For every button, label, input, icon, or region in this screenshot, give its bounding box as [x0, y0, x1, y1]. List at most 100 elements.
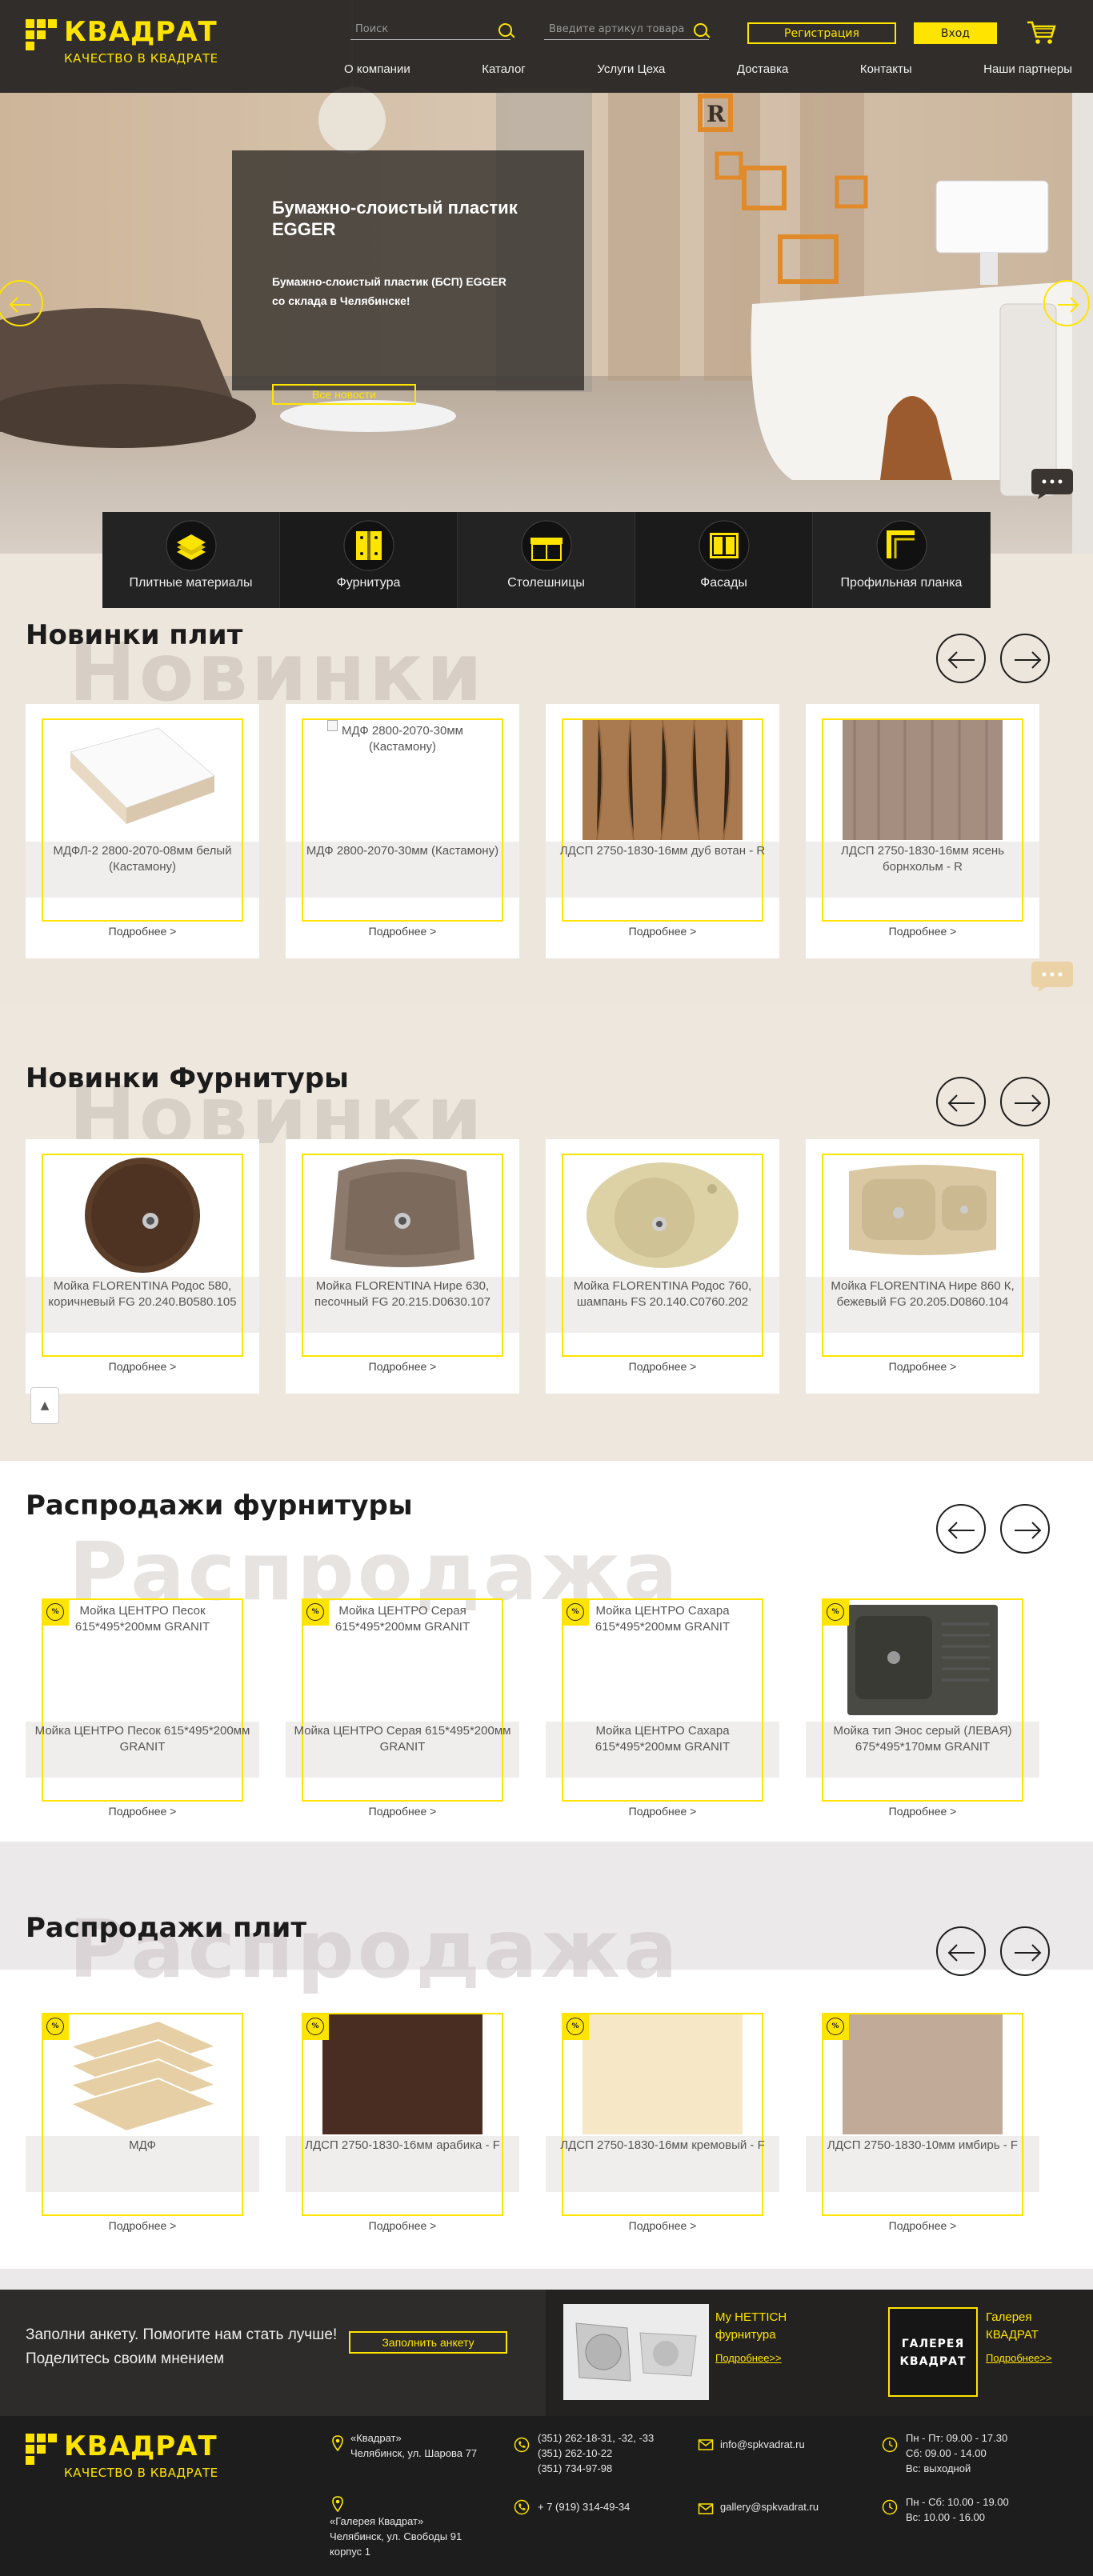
hettich-more-link[interactable]: Подробнее>> — [715, 2352, 782, 2364]
chat-button[interactable] — [1030, 955, 1075, 994]
nav-about[interactable]: О компании — [344, 62, 410, 83]
article-search-input[interactable] — [544, 19, 709, 40]
product-card[interactable]: % МДФ Подробнее > — [26, 1998, 259, 2253]
gallery-logo[interactable]: ГАЛЕРЕЯ КВАДРАТ — [888, 2307, 978, 2397]
hettich-title[interactable]: My HETTICH фурнитура — [715, 2309, 819, 2344]
product-card[interactable]: Мойка FLORENTINA Нире 630, песочный FG 2… — [286, 1139, 519, 1394]
category-countertops[interactable]: Столешницы — [458, 512, 635, 608]
category-profile[interactable]: Профильная планка — [813, 512, 991, 608]
more-link[interactable]: Подробнее > — [26, 2219, 259, 2232]
more-link[interactable]: Подробнее > — [26, 925, 259, 938]
plates-icon — [166, 520, 216, 571]
all-news-button[interactable]: Все новости — [272, 384, 416, 405]
gallery-title[interactable]: Галерея КВАДРАТ — [986, 2309, 1082, 2344]
carousel-next-button[interactable] — [1000, 634, 1050, 683]
clock-icon — [882, 2437, 898, 2453]
more-link[interactable]: Подробнее > — [806, 925, 1039, 938]
section-title: Новинки Фурнитуры — [26, 1062, 349, 1094]
site-logo[interactable]: КВАДРАТ КАЧЕСТВО В КВАДРАТЕ — [26, 16, 266, 67]
sale-badge: % — [822, 2013, 849, 2040]
more-link[interactable]: Подробнее > — [26, 1360, 259, 1373]
carousel-prev-button[interactable] — [936, 1504, 986, 1554]
news-panel: Бумажно-слоистый пластик EGGER Бумажно-с… — [232, 150, 584, 405]
product-card[interactable]: Мойка ЦЕНТРО Сахара 615*495*200мм GRANIT… — [546, 1584, 779, 1838]
slider-next-button[interactable] — [1043, 280, 1090, 326]
chat-button[interactable] — [1030, 462, 1075, 501]
product-card[interactable]: % Мойка тип Энос серый (ЛЕВАЯ) 675*495*1… — [806, 1584, 1039, 1838]
product-name: Мойка FLORENTINA Родос 760, шампань FS 2… — [573, 1279, 752, 1309]
search-icon[interactable] — [498, 22, 515, 40]
fill-survey-button[interactable]: Заполнить анкету — [349, 2331, 507, 2354]
product-card[interactable]: % ЛДСП 2750-1830-16мм арабика - F Подроб… — [286, 1998, 519, 2253]
nav-delivery[interactable]: Доставка — [737, 62, 788, 83]
more-link[interactable]: Подробнее > — [546, 925, 779, 938]
gallery-more-link[interactable]: Подробнее>> — [986, 2352, 1052, 2364]
product-name: МДФ — [129, 2138, 156, 2152]
search-input[interactable] — [350, 19, 510, 40]
carousel-prev-button[interactable] — [936, 634, 986, 683]
category-fittings[interactable]: Фурнитура — [280, 512, 458, 608]
more-link[interactable]: Подробнее > — [546, 1805, 779, 1818]
nav-services[interactable]: Услуги Цеха — [597, 62, 665, 83]
carousel-next-button[interactable] — [1000, 1926, 1050, 1976]
carousel-next-button[interactable] — [1000, 1077, 1050, 1126]
category-facades[interactable]: Фасады — [635, 512, 813, 608]
carousel-prev-button[interactable] — [936, 1077, 986, 1126]
product-card[interactable]: МДФ 2800-2070-30мм (Кастамону) МДФ 2800-… — [286, 704, 519, 958]
product-card[interactable]: МДФЛ-2 2800-2070-08мм белый (Кастамону) … — [26, 704, 259, 958]
login-button[interactable]: Вход — [914, 22, 997, 44]
footer-logo[interactable]: КВАДРАТ КАЧЕСТВО В КВАДРАТЕ — [26, 2430, 266, 2482]
nav-partners[interactable]: Наши партнеры — [983, 62, 1072, 83]
more-link[interactable]: Подробнее > — [546, 2219, 779, 2232]
nav-contacts[interactable]: Контакты — [860, 62, 912, 83]
product-card[interactable]: Мойка FLORENTINA Нире 860 К, бежевый FG … — [806, 1139, 1039, 1394]
section-title: Распродажи фурнитуры — [26, 1490, 413, 1522]
email-link[interactable]: info@spkvadrat.ru — [720, 2437, 805, 2452]
more-link[interactable]: Подробнее > — [286, 2219, 519, 2232]
more-link[interactable]: Подробнее > — [806, 2219, 1039, 2232]
carousel-next-button[interactable] — [1000, 1504, 1050, 1554]
product-card[interactable]: Мойка ЦЕНТРО Песок 615*495*200мм GRANIT … — [26, 1584, 259, 1838]
more-link[interactable]: Подробнее > — [806, 1805, 1039, 1818]
cart-icon[interactable] — [1026, 19, 1058, 46]
product-card[interactable]: Мойка FLORENTINA Родос 580, коричневый F… — [26, 1139, 259, 1394]
email-link[interactable]: gallery@spkvadrat.ru — [720, 2499, 819, 2514]
product-name: Мойка FLORENTINA Родос 580, коричневый F… — [48, 1279, 237, 1309]
more-link[interactable]: Подробнее > — [806, 1360, 1039, 1373]
product-name: Мойка тип Энос серый (ЛЕВАЯ) 675*495*170… — [833, 1724, 1012, 1754]
sale-badge: % — [42, 1598, 69, 1626]
sale-badge: % — [562, 2013, 589, 2040]
product-card[interactable]: Мойка FLORENTINA Родос 760, шампань FS 2… — [546, 1139, 779, 1394]
percent-icon: % — [827, 1603, 844, 1621]
product-card[interactable]: % ЛДСП 2750-1830-16мм кремовый - F Подро… — [546, 1998, 779, 2253]
slider-prev-button[interactable] — [0, 280, 43, 326]
hettich-image[interactable] — [563, 2304, 709, 2400]
more-link[interactable]: Подробнее > — [26, 1805, 259, 1818]
register-button[interactable]: Регистрация — [747, 22, 896, 44]
scroll-up-button[interactable]: ▲ — [30, 1387, 59, 1424]
main-nav: О компании Каталог Услуги Цеха Доставка … — [344, 62, 1088, 83]
product-card[interactable]: % ЛДСП 2750-1830-10мм имбирь - F Подробн… — [806, 1998, 1039, 2253]
product-name: Мойка ЦЕНТРО Песок 615*495*200мм GRANIT — [34, 1724, 250, 1754]
product-card[interactable]: ЛДСП 2750-1830-16мм ясень борнхольм - R … — [806, 704, 1039, 958]
search-icon[interactable] — [693, 22, 711, 40]
product-card[interactable]: ЛДСП 2750-1830-16мм дуб вотан - R Подроб… — [546, 704, 779, 958]
more-link[interactable]: Подробнее > — [286, 925, 519, 938]
category-plates[interactable]: Плитные материалы — [102, 512, 280, 608]
nav-catalog[interactable]: Каталог — [482, 62, 526, 83]
carousel-prev-button[interactable] — [936, 1926, 986, 1976]
countertop-icon — [521, 520, 571, 571]
more-link[interactable]: Подробнее > — [286, 1805, 519, 1818]
percent-icon: % — [46, 1603, 64, 1621]
product-name: Мойка FLORENTINA Нире 860 К, бежевый FG … — [831, 1279, 1015, 1309]
phones-gallery[interactable]: + 7 (919) 314-49-34 — [538, 2499, 630, 2514]
promo-strip: Заполни анкету. Помогите нам стать лучше… — [0, 2290, 1093, 2416]
sale-plates-section: Распродажа Распродажи плит % МДФ Подробн… — [0, 1842, 1093, 2290]
more-link[interactable]: Подробнее > — [286, 1360, 519, 1373]
product-card[interactable]: Мойка ЦЕНТРО Серая 615*495*200мм GRANIT … — [286, 1584, 519, 1838]
percent-icon: % — [306, 2018, 324, 2035]
logo-icon — [26, 19, 58, 51]
arrow-left-icon — [9, 297, 30, 313]
more-link[interactable]: Подробнее > — [546, 1360, 779, 1373]
phones-kvadrat[interactable]: (351) 262-18-31, -32, -33 (351) 262-10-22… — [538, 2430, 654, 2476]
